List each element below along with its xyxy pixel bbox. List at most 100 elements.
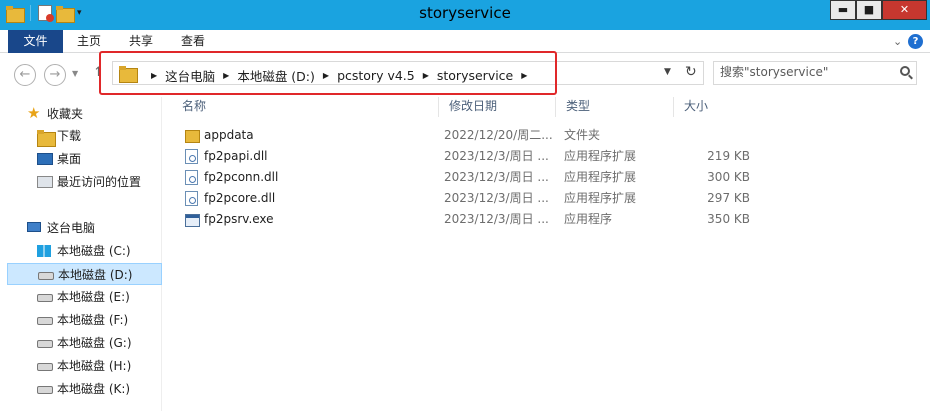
file-date: 2023/12/3/周日 ... — [444, 149, 549, 163]
tab-file[interactable]: 文件 — [8, 30, 63, 53]
forward-button[interactable]: → — [44, 64, 66, 86]
file-row[interactable]: fp2psrv.exe 2023/12/3/周日 ... 应用程序 350 KB — [172, 209, 754, 230]
title-bar: ▾ storyservice ▬ ■ ✕ — [0, 0, 930, 30]
search-icon[interactable] — [900, 66, 910, 76]
file-date: 2022/12/20/周二... — [444, 128, 553, 142]
sidebar-item-drive-c[interactable]: 本地磁盘 (C:) — [7, 240, 162, 262]
address-bar[interactable]: ▶ 这台电脑 ▶ 本地磁盘 (D:) ▶ pcstory v4.5 ▶ stor… — [112, 61, 704, 85]
sidebar-item-this-pc[interactable]: 这台电脑 — [7, 217, 162, 239]
sidebar-item-drive-g[interactable]: 本地磁盘 (G:) — [7, 332, 162, 354]
file-type: 应用程序扩展 — [564, 170, 637, 184]
sidebar-item-label: 收藏夹 — [47, 107, 84, 121]
help-icon[interactable]: ? — [908, 34, 923, 49]
column-header-date[interactable]: 修改日期 — [439, 97, 556, 117]
sidebar-item-label: 这台电脑 — [47, 221, 96, 235]
downloads-folder-icon — [37, 130, 56, 147]
sidebar-item-label: 本地磁盘 (F:) — [57, 313, 129, 327]
sidebar-item-label: 本地磁盘 (K:) — [57, 382, 131, 396]
expand-ribbon-chevron-icon[interactable]: ⌄ — [893, 35, 902, 48]
file-name: fp2pconn.dll — [204, 170, 279, 184]
close-button[interactable]: ✕ — [882, 0, 927, 20]
recent-places-icon — [37, 176, 53, 188]
dll-file-icon — [185, 149, 198, 164]
tab-view[interactable]: 查看 — [176, 30, 210, 53]
sidebar-item-downloads[interactable]: 下载 — [7, 125, 162, 147]
sidebar-item-label: 本地磁盘 (D:) — [58, 268, 133, 282]
drive-icon — [37, 386, 53, 394]
chevron-right-icon[interactable]: ▶ — [151, 71, 157, 80]
sidebar-item-drive-h[interactable]: 本地磁盘 (H:) — [7, 355, 162, 377]
dll-file-icon — [185, 170, 198, 185]
chevron-right-icon[interactable]: ▶ — [223, 71, 229, 80]
sidebar-item-desktop[interactable]: 桌面 — [7, 148, 162, 170]
file-date: 2023/12/3/周日 ... — [444, 170, 549, 184]
file-row[interactable]: appdata 2022/12/20/周二... 文件夹 — [172, 125, 754, 146]
folder-icon — [119, 66, 138, 83]
file-size: 219 KB — [707, 149, 750, 163]
file-date: 2023/12/3/周日 ... — [444, 212, 549, 226]
address-history-dropdown[interactable]: ▼ — [664, 67, 671, 77]
ribbon: 文件 主页 共享 查看 ⌄ ? — [0, 30, 930, 53]
drive-icon — [37, 340, 53, 348]
file-name: fp2papi.dll — [204, 149, 268, 163]
maximize-button[interactable]: ■ — [856, 0, 882, 20]
sidebar-item-label: 本地磁盘 (G:) — [57, 336, 132, 350]
desktop-icon — [37, 153, 53, 165]
up-button[interactable]: ↑ — [93, 65, 104, 80]
file-date: 2023/12/3/周日 ... — [444, 191, 549, 205]
drive-icon — [37, 294, 53, 302]
navigation-pane: ★ 收藏夹 下载 桌面 最近访问的位置 这台电脑 本地磁盘 (C:) 本地磁盘 … — [0, 97, 162, 411]
star-icon: ★ — [27, 104, 41, 122]
sidebar-item-drive-d[interactable]: 本地磁盘 (D:) — [7, 263, 162, 285]
sidebar-item-drive-k[interactable]: 本地磁盘 (K:) — [7, 378, 162, 400]
windows-drive-icon — [37, 245, 51, 257]
file-size: 297 KB — [707, 191, 750, 205]
file-size: 350 KB — [707, 212, 750, 226]
file-name: fp2pcore.dll — [204, 191, 276, 205]
breadcrumb-this-pc[interactable]: 这台电脑 — [165, 66, 215, 85]
drive-icon — [37, 363, 53, 371]
file-row[interactable]: fp2pcore.dll 2023/12/3/周日 ... 应用程序扩展 297… — [172, 188, 754, 209]
sidebar-item-drive-f[interactable]: 本地磁盘 (F:) — [7, 309, 162, 331]
sidebar-item-label: 下载 — [57, 129, 82, 143]
dll-file-icon — [185, 191, 198, 206]
file-type: 应用程序扩展 — [564, 191, 637, 205]
refresh-icon[interactable]: ↻ — [685, 64, 697, 80]
file-type: 应用程序 — [564, 212, 613, 226]
breadcrumb: ▶ 这台电脑 ▶ 本地磁盘 (D:) ▶ pcstory v4.5 ▶ stor… — [143, 66, 535, 85]
chevron-right-icon[interactable]: ▶ — [423, 71, 429, 80]
navigation-bar: ← → ▼ ↑ ▶ 这台电脑 ▶ 本地磁盘 (D:) ▶ pcstory v4.… — [0, 53, 930, 97]
file-row[interactable]: fp2papi.dll 2023/12/3/周日 ... 应用程序扩展 219 … — [172, 146, 754, 167]
sidebar-item-recent-places[interactable]: 最近访问的位置 — [7, 171, 162, 193]
search-box[interactable] — [713, 61, 917, 85]
drive-icon — [38, 272, 54, 280]
chevron-right-icon[interactable]: ▶ — [521, 71, 527, 80]
tab-home[interactable]: 主页 — [72, 30, 106, 53]
file-type: 应用程序扩展 — [564, 149, 637, 163]
column-header-size[interactable]: 大小 — [674, 97, 754, 117]
file-name: fp2psrv.exe — [204, 212, 274, 226]
file-row[interactable]: fp2pconn.dll 2023/12/3/周日 ... 应用程序扩展 300… — [172, 167, 754, 188]
breadcrumb-pcstory[interactable]: pcstory v4.5 — [337, 68, 415, 83]
sidebar-item-drive-e[interactable]: 本地磁盘 (E:) — [7, 286, 162, 308]
sidebar-item-label: 最近访问的位置 — [57, 175, 142, 189]
sidebar-item-favorites[interactable]: ★ 收藏夹 — [7, 103, 162, 125]
recent-locations-dropdown[interactable]: ▼ — [72, 69, 78, 78]
back-button[interactable]: ← — [14, 64, 36, 86]
folder-icon — [185, 130, 200, 143]
exe-file-icon — [185, 214, 200, 227]
file-size: 300 KB — [707, 170, 750, 184]
breadcrumb-drive-d[interactable]: 本地磁盘 (D:) — [237, 66, 315, 85]
tab-share[interactable]: 共享 — [124, 30, 158, 53]
sidebar-item-label: 本地磁盘 (E:) — [57, 290, 130, 304]
breadcrumb-storyservice[interactable]: storyservice — [437, 68, 513, 83]
sidebar-item-label: 本地磁盘 (C:) — [57, 244, 131, 258]
search-input[interactable] — [720, 65, 890, 79]
drive-icon — [37, 317, 53, 325]
window-title: storyservice — [419, 4, 511, 22]
file-name: appdata — [204, 128, 254, 142]
column-header-type[interactable]: 类型 — [556, 97, 674, 117]
chevron-right-icon[interactable]: ▶ — [323, 71, 329, 80]
minimize-button[interactable]: ▬ — [830, 0, 856, 20]
column-header-name[interactable]: 名称 — [172, 97, 439, 117]
